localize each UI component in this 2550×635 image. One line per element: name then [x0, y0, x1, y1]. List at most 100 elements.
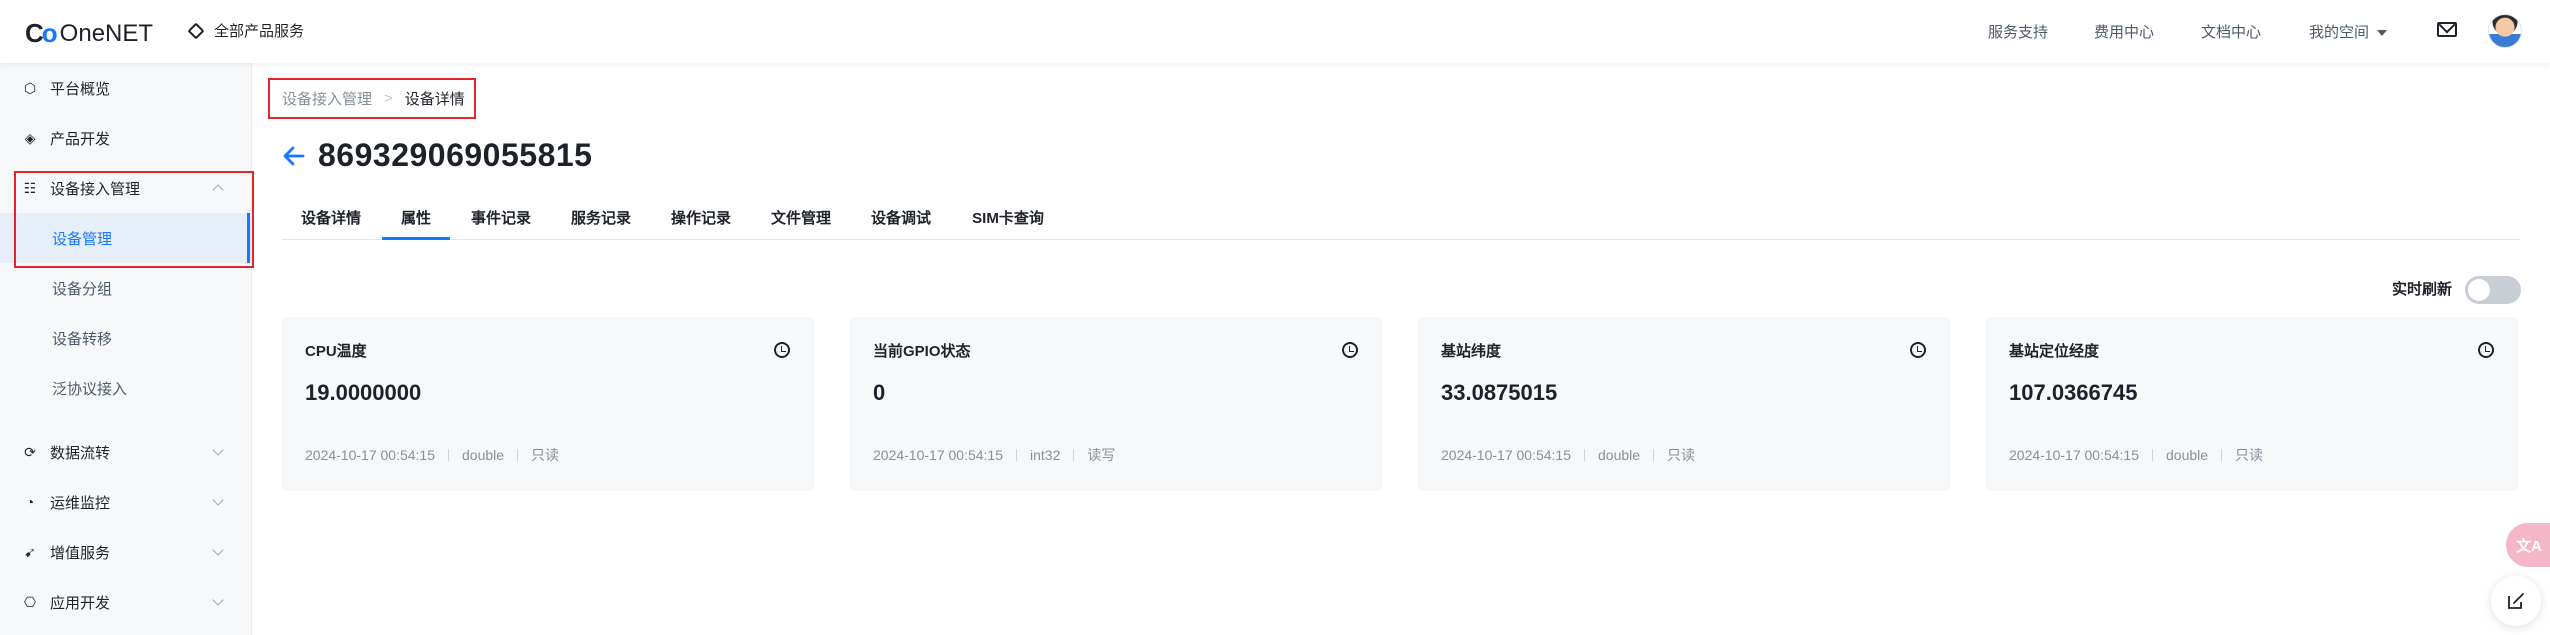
chevron-down-icon: [212, 544, 224, 556]
caret-down-icon: [2377, 30, 2388, 37]
chevron-up-icon: [212, 184, 224, 196]
user-avatar[interactable]: [2488, 14, 2522, 48]
nav-my-space[interactable]: 我的空间: [2309, 21, 2388, 42]
translate-float-button[interactable]: 文A: [2506, 523, 2550, 567]
onenet-logo[interactable]: Co OneNET: [25, 18, 153, 49]
sidebar-sub-label: 设备分组: [52, 280, 113, 298]
breadcrumb-parent[interactable]: 设备接入管理: [282, 88, 372, 109]
property-value: 0: [873, 380, 886, 405]
divider: [448, 449, 449, 461]
nav-my-space-label: 我的空间: [2309, 24, 2370, 41]
history-icon[interactable]: [1342, 342, 1358, 358]
value-added-icon: ➹: [24, 543, 36, 560]
property-name: CPU温度: [305, 343, 367, 360]
breadcrumb: 设备接入管理 > 设备详情: [268, 78, 476, 119]
property-time: 2024-10-17 00:54:15: [873, 447, 1003, 463]
tab-device-detail[interactable]: 设备详情: [300, 200, 362, 240]
mail-icon[interactable]: [2437, 22, 2457, 37]
sidebar-sub-device-group[interactable]: 设备分组: [0, 263, 252, 313]
sidebar-item-label: 平台概览: [50, 80, 111, 98]
tab-sim-query[interactable]: SIM卡查询: [970, 200, 1046, 240]
chevron-down-icon: [212, 444, 224, 456]
cube-icon: ◈: [24, 129, 36, 146]
property-name: 当前GPIO状态: [873, 343, 971, 360]
property-access: 只读: [2235, 447, 2264, 463]
sidebar-sub-label: 泛协议接入: [52, 380, 128, 398]
divider: [1653, 449, 1655, 461]
property-type: double: [462, 447, 505, 463]
sidebar-item-overview[interactable]: ⬡ 平台概览: [0, 63, 252, 113]
tab-service-records[interactable]: 服务记录: [570, 200, 632, 240]
device-access-icon: ☷: [23, 179, 37, 196]
property-name: 基站纬度: [1441, 343, 1502, 360]
sidebar-sub-label: 设备管理: [52, 230, 113, 248]
property-value: 19.0000000: [305, 380, 422, 405]
edit-float-button[interactable]: [2491, 576, 2541, 626]
translate-icon: 文A: [2516, 537, 2542, 555]
nav-docs-center[interactable]: 文档中心: [2201, 21, 2261, 42]
sidebar-item-app-dev[interactable]: ⎔ 应用开发: [0, 577, 252, 627]
edit-icon: [2508, 593, 2524, 609]
sidebar-item-value-added[interactable]: ➹ 增值服务: [0, 527, 252, 577]
data-flow-icon: ⟳: [24, 443, 36, 460]
sidebar-item-label: 运维监控: [50, 494, 111, 512]
sidebar-item-ops-monitor[interactable]: ◔ 运维监控: [0, 477, 252, 527]
app-dev-icon: ⎔: [23, 593, 37, 610]
tab-device-debug[interactable]: 设备调试: [870, 200, 932, 240]
diamond-icon: [187, 22, 205, 39]
sidebar-item-product-dev[interactable]: ◈ 产品开发: [0, 113, 252, 163]
divider: [1584, 449, 1585, 461]
divider: [517, 449, 519, 461]
all-products-label: 全部产品服务: [214, 23, 305, 40]
property-meta: 2024-10-17 00:54:15 double 只读: [2009, 445, 2263, 465]
nav-billing-center[interactable]: 费用中心: [2094, 21, 2154, 42]
nav-service-support[interactable]: 服务支持: [1988, 21, 2048, 42]
sidebar-sub-device-transfer[interactable]: 设备转移: [0, 313, 252, 363]
top-header: Co OneNET 全部产品服务 服务支持 费用中心 文档中心 我的空间: [0, 0, 2550, 63]
property-name: 基站定位经度: [2009, 343, 2100, 360]
overview-icon: ⬡: [23, 79, 37, 96]
property-type: double: [1598, 447, 1641, 463]
back-arrow-icon[interactable]: [283, 145, 305, 167]
property-card: 基站定位经度 107.0366745 2024-10-17 00:54:15 d…: [1986, 317, 2518, 491]
history-icon[interactable]: [774, 342, 790, 358]
sidebar-item-label: 增值服务: [50, 544, 111, 562]
tab-properties[interactable]: 属性: [382, 200, 450, 240]
tab-file-management[interactable]: 文件管理: [770, 200, 832, 240]
property-access: 读写: [1087, 447, 1116, 463]
sidebar-item-device-access[interactable]: ☷ 设备接入管理: [0, 163, 252, 213]
chevron-down-icon: [212, 594, 224, 606]
property-meta: 2024-10-17 00:54:15 int32 读写: [873, 445, 1115, 465]
sidebar: ⬡ 平台概览 ◈ 产品开发 ☷ 设备接入管理 设备管理 设备分组 设备转移 泛协…: [0, 63, 252, 635]
tab-event-records[interactable]: 事件记录: [470, 200, 532, 240]
sidebar-item-data-flow[interactable]: ⟳ 数据流转: [0, 427, 252, 477]
logo-mark: Co: [25, 18, 58, 48]
sidebar-sub-generic-protocol[interactable]: 泛协议接入: [0, 363, 252, 413]
all-products-menu[interactable]: 全部产品服务: [187, 20, 305, 41]
sidebar-item-label: 应用开发: [50, 594, 111, 612]
history-icon[interactable]: [1910, 342, 1926, 358]
property-time: 2024-10-17 00:54:15: [1441, 447, 1571, 463]
sidebar-sub-device-management[interactable]: 设备管理: [0, 213, 252, 263]
property-access: 只读: [531, 447, 560, 463]
device-id-title: 869329069055815: [318, 137, 593, 173]
sidebar-item-label: 设备接入管理: [50, 180, 141, 198]
realtime-refresh-label: 实时刷新: [2392, 281, 2453, 298]
property-card: CPU温度 19.0000000 2024-10-17 00:54:15 dou…: [282, 317, 814, 491]
property-card: 当前GPIO状态 0 2024-10-17 00:54:15 int32 读写: [850, 317, 1382, 491]
sidebar-sub-label: 设备转移: [52, 330, 113, 348]
realtime-refresh-toggle[interactable]: [2465, 276, 2521, 304]
property-value: 33.0875015: [1441, 380, 1558, 405]
property-value: 107.0366745: [2009, 380, 2138, 405]
history-icon[interactable]: [2478, 342, 2494, 358]
tab-operation-records[interactable]: 操作记录: [670, 200, 732, 240]
detail-tabs: 设备详情 属性 事件记录 服务记录 操作记录 文件管理 设备调试 SIM卡查询: [282, 200, 2520, 240]
divider: [1073, 449, 1075, 461]
property-type: int32: [1030, 447, 1061, 463]
property-type: double: [2166, 447, 2209, 463]
divider: [2152, 449, 2153, 461]
property-card: 基站纬度 33.0875015 2024-10-17 00:54:15 doub…: [1418, 317, 1950, 491]
property-meta: 2024-10-17 00:54:15 double 只读: [305, 445, 559, 465]
breadcrumb-separator: >: [384, 90, 393, 107]
property-time: 2024-10-17 00:54:15: [2009, 447, 2139, 463]
